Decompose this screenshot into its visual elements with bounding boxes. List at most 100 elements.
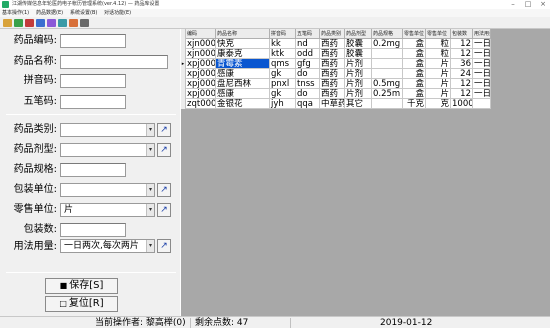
wubi-input[interactable] [60, 95, 126, 109]
column-header[interactable]: 零售单位 [426, 29, 451, 39]
table-cell[interactable]: qms [270, 59, 296, 69]
table-cell[interactable]: 片 [426, 79, 451, 89]
table-cell[interactable]: 一日 [473, 69, 491, 79]
table-cell[interactable]: nd [296, 39, 320, 49]
table-cell[interactable]: 1000 [451, 99, 473, 109]
table-cell[interactable]: 盒 [403, 59, 426, 69]
table-cell[interactable]: 青霉素 [216, 59, 270, 69]
table-cell[interactable]: 盘尼西林 [216, 79, 270, 89]
table-cell[interactable]: 千克 [403, 99, 426, 109]
table-cell[interactable]: kk [270, 39, 296, 49]
pack-unit-select[interactable]: ▾ [60, 183, 155, 197]
table-cell[interactable]: gk [270, 69, 296, 79]
chevron-down-icon[interactable]: ▾ [146, 124, 154, 136]
save-button[interactable]: ■ 保存[S] [45, 278, 118, 294]
table-cell[interactable]: 盒 [403, 79, 426, 89]
usage-picker-icon[interactable]: ↗ [157, 239, 171, 253]
column-header[interactable]: 用法用量 [473, 29, 491, 39]
table-cell[interactable]: 盒 [403, 49, 426, 59]
table-cell[interactable]: 中草药 [320, 99, 345, 109]
table-row[interactable]: xjn0001快克kknd西药胶囊0.2mg盒粒12一日 [181, 39, 491, 49]
code-input[interactable] [60, 34, 126, 48]
table-cell[interactable]: 片剂 [345, 79, 372, 89]
column-header[interactable]: 编码 [186, 29, 216, 39]
table-cell[interactable]: 0.2mg [372, 39, 403, 49]
table-cell[interactable]: qqa [296, 99, 320, 109]
close-button[interactable]: × [536, 0, 550, 9]
category-picker-icon[interactable]: ↗ [157, 123, 171, 137]
table-cell[interactable]: 感康 [216, 69, 270, 79]
pinyin-input[interactable] [60, 74, 126, 88]
pill-icon[interactable] [25, 19, 34, 27]
folder-icon[interactable] [3, 19, 12, 27]
leaf-icon[interactable] [14, 19, 23, 27]
column-header[interactable]: 拼音码 [270, 29, 296, 39]
table-cell[interactable]: 12 [451, 49, 473, 59]
table-row[interactable]: xpj0004感康gkdo西药片剂 盒片24一日 [181, 69, 491, 79]
user-icon[interactable] [47, 19, 56, 27]
table-cell[interactable]: tnss [296, 79, 320, 89]
table-cell[interactable]: 西药 [320, 59, 345, 69]
table-cell[interactable]: 片 [426, 69, 451, 79]
table-cell[interactable]: do [296, 69, 320, 79]
maximize-button[interactable]: □ [521, 0, 535, 9]
reset-button[interactable]: □ 复位[R] [45, 296, 118, 312]
form-type-select[interactable]: ▾ [60, 143, 155, 157]
table-cell[interactable]: 西药 [320, 69, 345, 79]
menu-dialog[interactable]: 对话功能(E) [104, 9, 131, 17]
category-select[interactable]: ▾ [60, 123, 155, 137]
table-cell[interactable]: xjn0001 [186, 39, 216, 49]
report-icon[interactable] [69, 19, 78, 27]
table-cell[interactable]: gk [270, 89, 296, 99]
table-cell[interactable]: 其它 [345, 99, 372, 109]
table-cell[interactable]: 粒 [426, 39, 451, 49]
table-cell[interactable]: xpj0003 [186, 59, 216, 69]
table-cell[interactable]: 12 [451, 79, 473, 89]
menu-drug-data[interactable]: 药品数据(E) [36, 9, 63, 17]
table-cell[interactable] [372, 59, 403, 69]
table-cell[interactable]: 片 [426, 89, 451, 99]
table-cell[interactable]: 12 [451, 39, 473, 49]
table-cell[interactable] [372, 99, 403, 109]
table-cell[interactable]: 一日 [473, 89, 491, 99]
table-cell[interactable]: gfg [296, 59, 320, 69]
table-cell[interactable]: 盒 [403, 69, 426, 79]
pack-qty-input[interactable] [60, 223, 126, 237]
table-cell[interactable]: 一日 [473, 79, 491, 89]
table-cell[interactable]: 12 [451, 89, 473, 99]
column-header[interactable]: 药品名称 [216, 29, 270, 39]
table-cell[interactable]: ktk [270, 49, 296, 59]
table-cell[interactable]: 西药 [320, 79, 345, 89]
table-cell[interactable]: 片剂 [345, 89, 372, 99]
pack-unit-picker-icon[interactable]: ↗ [157, 183, 171, 197]
table-cell[interactable]: 西药 [320, 89, 345, 99]
tools-icon[interactable] [80, 19, 89, 27]
column-header[interactable]: 五笔码 [296, 29, 320, 39]
table-cell[interactable]: 36 [451, 59, 473, 69]
table-cell[interactable]: 粒 [426, 49, 451, 59]
table-row[interactable]: xjn0002康泰克ktkodd西药胶囊 盒粒12一日 [181, 49, 491, 59]
table-cell[interactable]: 24 [451, 69, 473, 79]
table-cell[interactable]: jyh [270, 99, 296, 109]
chevron-down-icon[interactable]: ▾ [146, 240, 154, 252]
table-row[interactable]: ▸xpj0003青霉素qmsgfg西药片剂盒片36一日 [181, 59, 491, 69]
menu-system[interactable]: 系统设置(B) [70, 9, 97, 17]
table-cell[interactable]: 盒 [403, 89, 426, 99]
chart-icon[interactable] [36, 19, 45, 27]
table-cell[interactable]: 0.25m [372, 89, 403, 99]
column-header[interactable]: 包装数 [451, 29, 473, 39]
column-header[interactable]: 药品类别 [320, 29, 345, 39]
table-cell[interactable]: xpj0004 [186, 69, 216, 79]
table-cell[interactable]: 片剂 [345, 69, 372, 79]
menu-basic[interactable]: 基本操作(1) [2, 9, 29, 17]
table-cell[interactable]: xpj0005 [186, 79, 216, 89]
form-type-picker-icon[interactable]: ↗ [157, 143, 171, 157]
minimize-button[interactable]: – [506, 0, 520, 9]
table-cell[interactable]: zqt0007 [186, 99, 216, 109]
table-cell[interactable]: pnxl [270, 79, 296, 89]
chevron-down-icon[interactable]: ▾ [146, 184, 154, 196]
table-cell[interactable]: 西药 [320, 49, 345, 59]
table-cell[interactable]: 片剂 [345, 59, 372, 69]
table-cell[interactable]: 盒 [403, 39, 426, 49]
spec-input[interactable] [60, 163, 126, 177]
